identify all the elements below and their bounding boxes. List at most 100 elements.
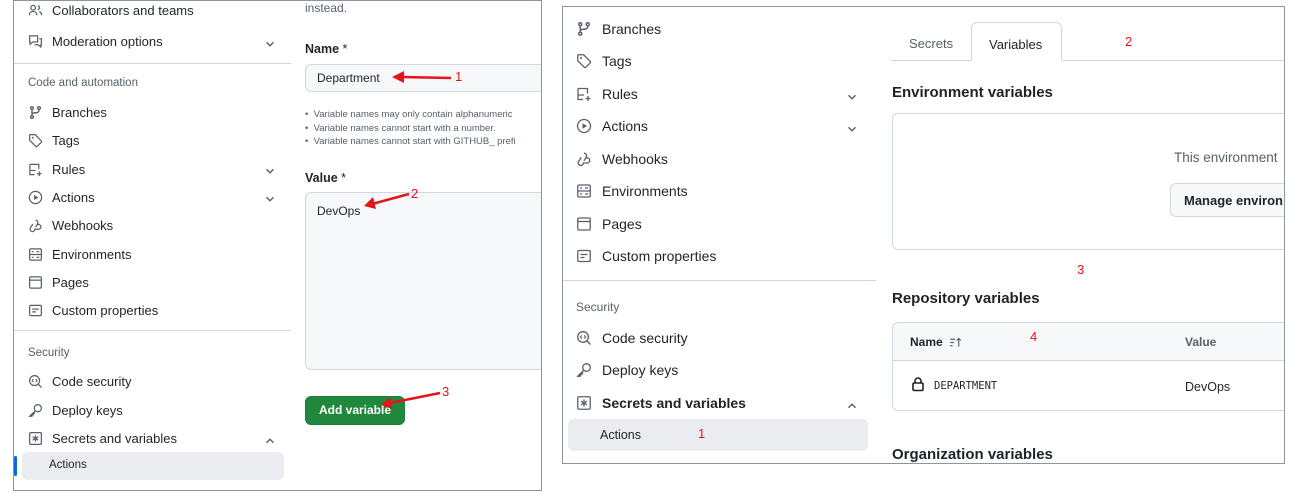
sidebar-subitem-actions-selected[interactable]: Actions bbox=[14, 452, 284, 480]
annotation-label: 2 bbox=[1125, 34, 1133, 49]
sidebar-subitem-actions-selected[interactable]: Actions bbox=[568, 419, 868, 451]
play-icon bbox=[576, 118, 592, 134]
chevron-up-icon[interactable] bbox=[265, 433, 275, 443]
sidebar-item-pages[interactable]: Pages bbox=[576, 216, 642, 232]
sidebar-divider bbox=[14, 330, 291, 331]
asterisk-icon bbox=[576, 395, 592, 411]
sidebar-item-tags[interactable]: Tags bbox=[576, 53, 632, 69]
sidebar-item-label: Moderation options bbox=[52, 33, 163, 49]
manage-environments-button[interactable]: Manage environ bbox=[1170, 183, 1284, 217]
sidebar-item-webhooks[interactable]: Webhooks bbox=[576, 151, 668, 167]
server-icon bbox=[27, 246, 43, 262]
sidebar-item-rules[interactable]: Rules bbox=[27, 161, 85, 177]
sidebar-divider bbox=[14, 63, 291, 64]
sidebar-item-tags[interactable]: Tags bbox=[27, 132, 79, 148]
chevron-down-icon[interactable] bbox=[265, 191, 275, 201]
environment-variables-heading: Environment variables bbox=[892, 84, 1053, 101]
sidebar-item-environments[interactable]: Environments bbox=[576, 183, 688, 199]
sidebar-item-label: Custom properties bbox=[52, 302, 159, 318]
sidebar-item-label: Tags bbox=[52, 132, 80, 148]
hint-item: • Variable names cannot start with GITHU… bbox=[305, 136, 516, 147]
codescan-icon bbox=[576, 330, 592, 346]
key-icon bbox=[27, 402, 43, 418]
codescan-icon bbox=[27, 373, 43, 389]
instead-text: instead. bbox=[305, 1, 348, 15]
note-icon bbox=[27, 302, 43, 318]
value-textarea-text: DevOps bbox=[317, 204, 361, 218]
sidebar-item-label: Deploy keys bbox=[52, 402, 123, 418]
sidebar-item-collaborators[interactable]: Collaborators and teams bbox=[27, 2, 194, 18]
lock-icon bbox=[910, 376, 926, 397]
sidebar-item-label: Webhooks bbox=[602, 151, 668, 167]
tag-icon bbox=[27, 132, 43, 148]
sidebar-item-label: Webhooks bbox=[52, 217, 114, 233]
column-header-value: Value bbox=[1185, 335, 1217, 349]
sidebar-item-label: Rules bbox=[602, 86, 638, 102]
sidebar-subitem-label: Actions bbox=[49, 459, 87, 471]
rules-icon bbox=[27, 161, 43, 177]
sidebar-item-label: Rules bbox=[52, 161, 86, 177]
sidebar-item-label: Collaborators and teams bbox=[52, 2, 194, 18]
sidebar-item-branches[interactable]: Branches bbox=[576, 21, 661, 37]
sort-icon bbox=[949, 336, 962, 349]
chevron-up-icon[interactable] bbox=[847, 398, 857, 408]
sidebar-item-label: Code security bbox=[602, 330, 688, 346]
sidebar-item-label: Environments bbox=[52, 246, 132, 262]
sidebar-item-webhooks[interactable]: Webhooks bbox=[27, 217, 113, 233]
key-icon bbox=[576, 362, 592, 378]
sidebar-item-deploy-keys[interactable]: Deploy keys bbox=[27, 402, 123, 418]
sidebar-item-environments[interactable]: Environments bbox=[27, 246, 131, 262]
name-input[interactable]: Department bbox=[305, 64, 541, 92]
sidebar-item-label: Branches bbox=[52, 104, 107, 120]
sidebar-item-code-security[interactable]: Code security bbox=[576, 330, 688, 346]
sidebar-item-label: Environments bbox=[602, 183, 688, 199]
rules-icon bbox=[576, 86, 592, 102]
sidebar-item-label: Code security bbox=[52, 373, 132, 389]
sidebar-item-custom-properties[interactable]: Custom properties bbox=[27, 302, 158, 318]
sidebar-item-label: Secrets and variables bbox=[602, 395, 746, 411]
server-icon bbox=[576, 183, 592, 199]
annotation-label: 1 bbox=[698, 426, 706, 441]
chevron-down-icon[interactable] bbox=[847, 121, 857, 131]
tab-secrets[interactable]: Secrets bbox=[909, 36, 953, 51]
sidebar-item-rules[interactable]: Rules bbox=[576, 86, 638, 102]
comment-discussion-icon bbox=[27, 33, 43, 49]
value-textarea[interactable]: DevOps bbox=[305, 192, 541, 370]
hint-item: • Variable names may only contain alphan… bbox=[305, 109, 513, 120]
sidebar-item-deploy-keys[interactable]: Deploy keys bbox=[576, 362, 678, 378]
table-row[interactable]: DEPARTMENT DevOps bbox=[893, 362, 1284, 410]
sidebar-item-label: Tags bbox=[602, 53, 632, 69]
environment-variables-box: This environment Manage environ bbox=[892, 113, 1284, 250]
selected-indicator bbox=[14, 456, 17, 476]
sidebar-item-secrets-variables[interactable]: Secrets and variables bbox=[576, 395, 746, 411]
branch-icon bbox=[576, 21, 592, 37]
column-header-name[interactable]: Name bbox=[910, 335, 962, 349]
section-header-security: Security bbox=[28, 347, 70, 359]
chevron-down-icon[interactable] bbox=[265, 36, 275, 46]
sidebar-item-code-security[interactable]: Code security bbox=[27, 373, 131, 389]
chevron-down-icon[interactable] bbox=[847, 89, 857, 99]
sidebar-item-branches[interactable]: Branches bbox=[27, 104, 107, 120]
sidebar-item-actions[interactable]: Actions bbox=[27, 189, 95, 205]
chevron-down-icon[interactable] bbox=[265, 163, 275, 173]
add-variable-button[interactable]: Add variable bbox=[305, 396, 405, 425]
sidebar-item-secrets-variables[interactable]: Secrets and variables bbox=[27, 430, 177, 446]
tab-variables[interactable]: Variables bbox=[971, 22, 1062, 61]
variable-name[interactable]: DEPARTMENT bbox=[934, 380, 997, 392]
sidebar-item-custom-properties[interactable]: Custom properties bbox=[576, 248, 716, 264]
right-screenshot-panel: Branches Tags Rules Actions Webhooks Env… bbox=[562, 6, 1285, 464]
sidebar-item-moderation[interactable]: Moderation options bbox=[27, 33, 163, 49]
sidebar-divider bbox=[563, 280, 876, 281]
tag-icon bbox=[576, 53, 592, 69]
organization-variables-heading: Organization variables bbox=[892, 446, 1053, 463]
sidebar-item-actions[interactable]: Actions bbox=[576, 118, 648, 134]
webhook-icon bbox=[576, 151, 592, 167]
section-header-code-automation: Code and automation bbox=[28, 77, 138, 89]
annotation-label: 1 bbox=[455, 69, 463, 84]
play-icon bbox=[27, 189, 43, 205]
browser-icon bbox=[576, 216, 592, 232]
sidebar-item-label: Deploy keys bbox=[602, 362, 679, 378]
sidebar-item-pages[interactable]: Pages bbox=[27, 274, 89, 290]
sidebar-item-label: Branches bbox=[602, 21, 662, 37]
annotation-label: 2 bbox=[411, 186, 419, 201]
